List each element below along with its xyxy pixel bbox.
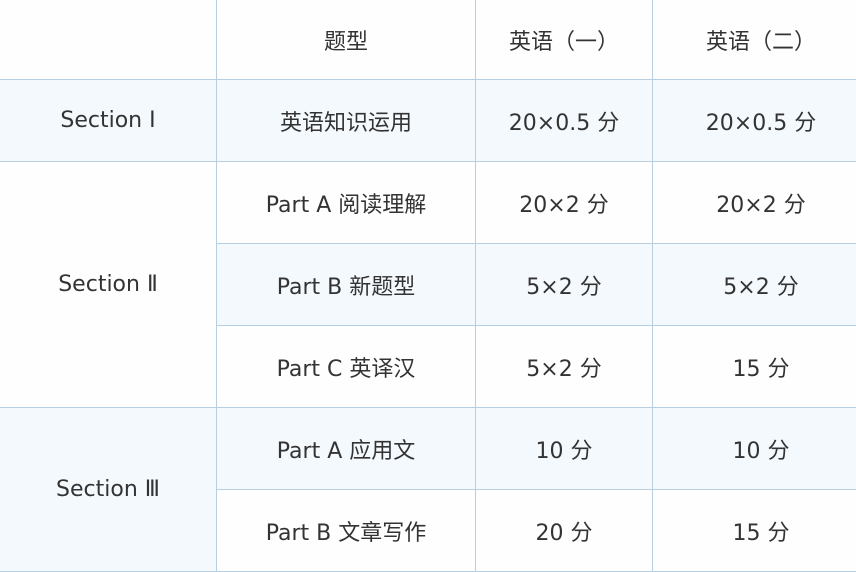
english-2-score: 10 分 bbox=[653, 408, 856, 490]
english-1-score: 10 分 bbox=[476, 408, 653, 490]
question-type: Part B 新题型 bbox=[217, 244, 476, 326]
exam-score-table: 题型 英语（一） 英语（二） Section Ⅰ 英语知识运用 20×0.5 分… bbox=[0, 0, 856, 572]
english-1-score: 20 分 bbox=[476, 490, 653, 572]
header-english-1: 英语（一） bbox=[476, 0, 653, 80]
question-type: 英语知识运用 bbox=[217, 80, 476, 162]
header-english-2: 英语（二） bbox=[653, 0, 856, 80]
header-question-type: 题型 bbox=[217, 0, 476, 80]
table-row: Section Ⅰ 英语知识运用 20×0.5 分 20×0.5 分 bbox=[0, 80, 856, 162]
question-type: Part C 英译汉 bbox=[217, 326, 476, 408]
question-type: Part A 应用文 bbox=[217, 408, 476, 490]
english-2-score: 15 分 bbox=[653, 490, 856, 572]
english-1-score: 5×2 分 bbox=[476, 244, 653, 326]
question-type: Part A 阅读理解 bbox=[217, 162, 476, 244]
section-label: Section Ⅰ bbox=[0, 80, 217, 162]
english-1-score: 20×2 分 bbox=[476, 162, 653, 244]
english-2-score: 20×0.5 分 bbox=[653, 80, 856, 162]
table-row: Section Ⅲ Part A 应用文 10 分 10 分 bbox=[0, 408, 856, 490]
header-section bbox=[0, 0, 217, 80]
section-label: Section Ⅱ bbox=[0, 162, 217, 408]
table-row: Section Ⅱ Part A 阅读理解 20×2 分 20×2 分 bbox=[0, 162, 856, 244]
header-row: 题型 英语（一） 英语（二） bbox=[0, 0, 856, 80]
question-type: Part B 文章写作 bbox=[217, 490, 476, 572]
english-2-score: 20×2 分 bbox=[653, 162, 856, 244]
english-2-score: 15 分 bbox=[653, 326, 856, 408]
section-label: Section Ⅲ bbox=[0, 408, 217, 572]
english-1-score: 20×0.5 分 bbox=[476, 80, 653, 162]
english-1-score: 5×2 分 bbox=[476, 326, 653, 408]
english-2-score: 5×2 分 bbox=[653, 244, 856, 326]
